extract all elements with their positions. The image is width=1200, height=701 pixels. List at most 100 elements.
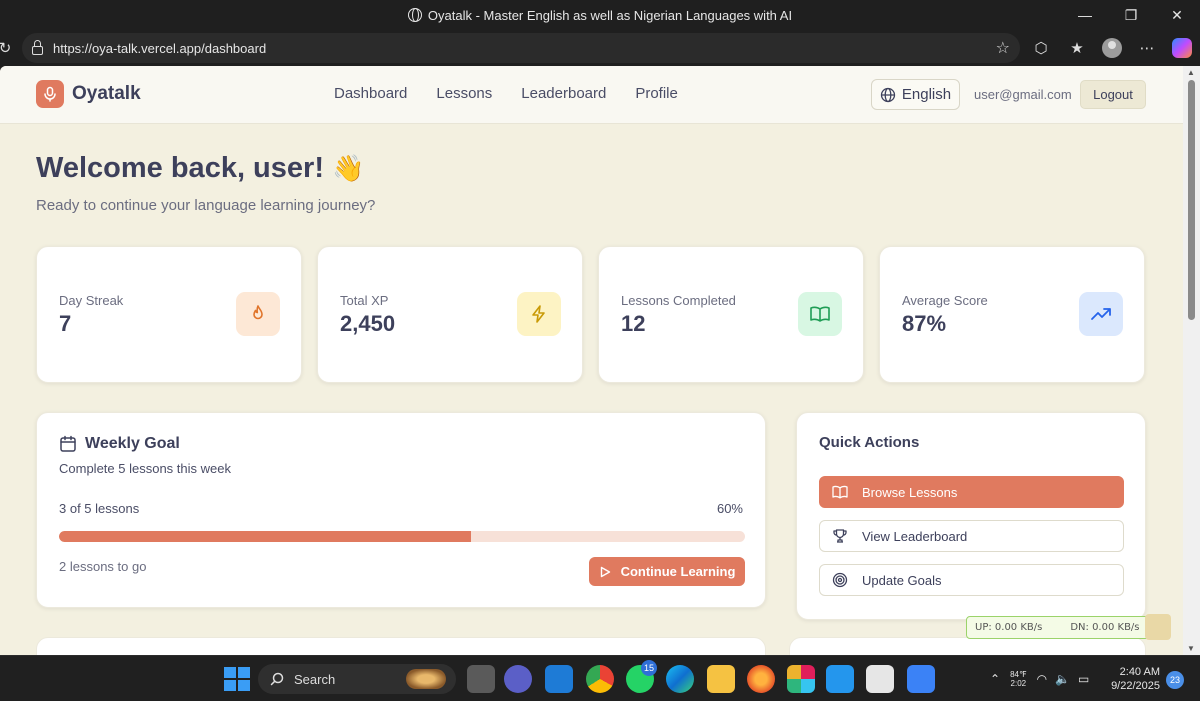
update-goals-label: Update Goals (862, 572, 942, 588)
weekly-goal-card: Weekly Goal Complete 5 lessons this week… (36, 412, 766, 608)
network-meter: UP: 0.00 KB/s DN: 0.00 KB/s (966, 614, 1171, 640)
wifi-icon[interactable]: ◠ (1037, 672, 1047, 686)
browser-toolbar: ↻ https://oya-talk.vercel.app/dashboard … (0, 30, 1200, 66)
extensions-icon[interactable]: ⬡ (1030, 37, 1052, 59)
edge-icon[interactable] (666, 665, 694, 693)
vscode-icon[interactable] (545, 665, 573, 693)
windows-taskbar: Search 15 ⌃ 84℉ 2:02 ◠ 🔈 ▭ 2:40 AM 9/22/… (0, 655, 1200, 701)
brand-logo[interactable]: Oyatalk (36, 80, 141, 108)
stat-value: 2,450 (340, 311, 396, 336)
weekly-goal-title: Weekly Goal (85, 435, 180, 452)
language-selector[interactable]: English (871, 79, 960, 110)
stat-card-xp: Total XP 2,450 (317, 246, 583, 383)
chrome-icon[interactable] (586, 665, 614, 693)
more-menu-icon[interactable]: ⋯ (1136, 37, 1158, 59)
nav-dashboard[interactable]: Dashboard (334, 85, 407, 102)
progress-label: 3 of 5 lessons (59, 501, 140, 516)
clock-date: 9/22/2025 (1111, 680, 1160, 692)
weather-widget[interactable]: 84℉ 2:02 (1010, 670, 1027, 688)
lessons-remaining: 2 lessons to go (59, 559, 147, 574)
nav-lessons[interactable]: Lessons (436, 85, 492, 102)
logout-button[interactable]: Logout (1080, 80, 1146, 109)
tray-small-time: 2:02 (1010, 679, 1027, 688)
globe-icon (407, 8, 422, 22)
favorite-star-icon[interactable]: ☆ (996, 38, 1010, 58)
quick-actions-title: Quick Actions (819, 434, 920, 451)
next-side-card (789, 637, 1146, 655)
reload-icon[interactable]: ↻ (0, 39, 16, 57)
firefox-icon[interactable] (747, 665, 775, 693)
taskbar-search[interactable]: Search (258, 664, 456, 694)
app-header: Oyatalk Dashboard Lessons Leaderboard Pr… (0, 66, 1183, 124)
stat-card-lessons: Lessons Completed 12 (598, 246, 864, 383)
progress-bar (59, 531, 745, 542)
minimize-button[interactable]: — (1062, 0, 1108, 30)
close-button[interactable]: ✕ (1154, 0, 1200, 30)
volume-icon[interactable]: 🔈 (1055, 672, 1070, 686)
scrollbar-thumb[interactable] (1188, 80, 1195, 320)
main-nav: Dashboard Lessons Leaderboard Profile (334, 85, 678, 102)
stat-card-score: Average Score 87% (879, 246, 1145, 383)
lightning-icon (517, 292, 561, 336)
target-icon (832, 572, 848, 588)
download-speed: DN: 0.00 KB/s (1070, 622, 1140, 633)
discord-icon[interactable] (504, 665, 532, 693)
window-title: Oyatalk - Master English as well as Nige… (407, 8, 792, 23)
app-icon[interactable] (866, 665, 894, 693)
whatsapp-badge: 15 (641, 660, 657, 676)
meter-avatar-icon (1145, 614, 1171, 640)
book-open-icon (832, 485, 848, 499)
progress-percent: 60% (716, 501, 743, 516)
restore-button[interactable]: ❐ (1108, 0, 1154, 30)
view-leaderboard-button[interactable]: View Leaderboard (819, 520, 1124, 552)
stat-value: 7 (59, 311, 72, 336)
quick-actions-card: Quick Actions Browse Lessons View Leader… (796, 412, 1146, 620)
language-label: English (901, 86, 952, 103)
page-viewport: Oyatalk Dashboard Lessons Leaderboard Pr… (0, 66, 1183, 655)
next-card (36, 637, 766, 655)
saturn-widget-icon (406, 669, 446, 689)
clock-time: 2:40 AM (1119, 666, 1160, 678)
stat-label: Average Score (902, 293, 988, 308)
url-text[interactable]: https://oya-talk.vercel.app/dashboard (53, 41, 266, 56)
tray-temperature: 84℉ (1010, 670, 1027, 679)
stat-value: 87% (902, 311, 947, 336)
scroll-up-icon[interactable]: ▲ (1187, 68, 1195, 77)
browser-actions: ⬡ ★ ⋯ (1030, 30, 1192, 66)
copilot-icon[interactable] (1172, 38, 1192, 58)
file-explorer-icon[interactable] (707, 665, 735, 693)
slack-icon[interactable] (787, 665, 815, 693)
window-controls: — ❐ ✕ (1062, 0, 1200, 30)
page-scrollbar[interactable]: ▲ ▼ (1183, 66, 1200, 655)
nav-leaderboard[interactable]: Leaderboard (521, 85, 606, 102)
battery-icon[interactable]: ▭ (1078, 672, 1089, 686)
notes-icon[interactable] (907, 665, 935, 693)
browse-lessons-button[interactable]: Browse Lessons (819, 476, 1124, 508)
globe-icon (880, 87, 896, 102)
page-subtitle: Ready to continue your language learning… (36, 197, 376, 214)
lock-icon[interactable] (32, 39, 43, 55)
continue-learning-button[interactable]: Continue Learning (589, 557, 745, 586)
docker-icon[interactable] (826, 665, 854, 693)
chevron-up-icon[interactable]: ⌃ (990, 672, 1000, 686)
favorites-icon[interactable]: ★ (1066, 37, 1088, 59)
stat-label: Total XP (340, 293, 389, 308)
continue-learning-label: Continue Learning (620, 564, 736, 579)
book-open-icon (798, 292, 842, 336)
taskbar-clock[interactable]: 2:40 AM 9/22/2025 (1108, 665, 1160, 693)
search-icon (270, 672, 284, 686)
start-icon[interactable] (222, 665, 250, 693)
update-goals-button[interactable]: Update Goals (819, 564, 1124, 596)
nav-profile[interactable]: Profile (635, 85, 678, 102)
notification-badge[interactable]: 23 (1166, 671, 1184, 689)
address-bar[interactable]: https://oya-talk.vercel.app/dashboard ☆ (22, 33, 1020, 63)
profile-avatar-icon[interactable] (1102, 38, 1122, 58)
stat-label: Lessons Completed (621, 293, 736, 308)
weekly-goal-description: Complete 5 lessons this week (59, 461, 231, 476)
search-label: Search (294, 671, 336, 687)
scroll-down-icon[interactable]: ▼ (1187, 644, 1195, 653)
task-view-icon[interactable] (467, 665, 495, 693)
brand-name: Oyatalk (72, 83, 141, 104)
page-title: Welcome back, user! 👋 (36, 152, 364, 185)
waving-hand-icon: 👋 (332, 153, 365, 183)
